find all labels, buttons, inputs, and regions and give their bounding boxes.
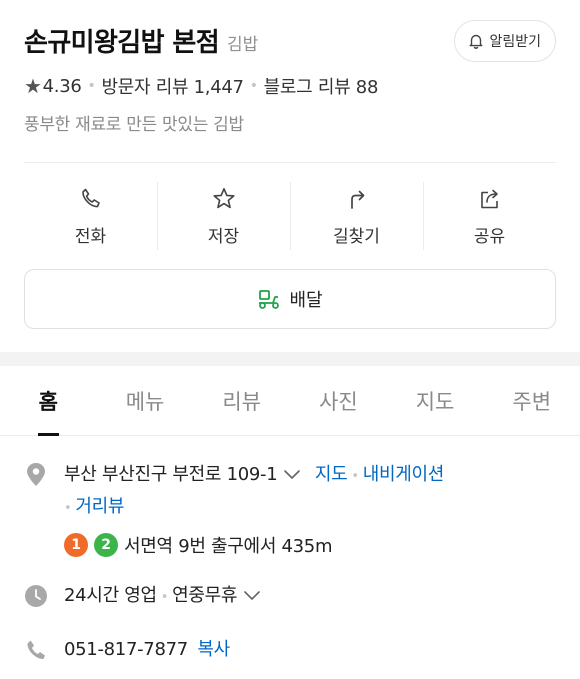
tab-photos[interactable]: 사진 xyxy=(290,366,387,435)
tab-menu[interactable]: 메뉴 xyxy=(97,366,194,435)
tab-nearby[interactable]: 주변 xyxy=(483,366,580,435)
chevron-down-icon[interactable] xyxy=(243,590,261,602)
save-button[interactable]: 저장 xyxy=(157,176,290,256)
call-label: 전화 xyxy=(74,226,107,247)
tab-map[interactable]: 지도 xyxy=(387,366,484,435)
share-button[interactable]: 공유 xyxy=(423,176,556,256)
hours-section: 24시간 영업 • 연중무휴 xyxy=(24,581,564,613)
place-header: 손규미왕김밥 본점 김밥 알림받기 xyxy=(24,18,556,62)
directions-label: 길찾기 xyxy=(333,226,380,247)
separator-dot: • xyxy=(351,469,359,484)
phone-section: 051-817-7877 복사 xyxy=(24,635,564,665)
section-divider xyxy=(0,352,580,366)
action-bar: 전화 저장 길찾기 공유 xyxy=(24,176,556,256)
star-icon xyxy=(212,187,235,208)
divider xyxy=(24,162,556,163)
rating-row: ★ 4.36 • 방문자 리뷰 1,447 • 블로그 리뷰 88 xyxy=(24,71,378,101)
blog-reviews-link[interactable]: 블로그 리뷰 88 xyxy=(264,73,379,99)
hours-text: 24시간 영업 xyxy=(64,585,157,606)
alarm-button[interactable]: 알림받기 xyxy=(454,20,556,62)
map-link[interactable]: 지도 xyxy=(315,464,348,485)
tab-bar: 홈 메뉴 리뷰 사진 지도 주변 xyxy=(0,366,580,436)
place-category: 김밥 xyxy=(227,34,259,55)
separator-dot: • xyxy=(87,78,96,94)
separator-dot: • xyxy=(64,501,72,516)
clock-icon xyxy=(25,585,47,607)
directions-icon xyxy=(350,190,364,209)
copy-phone-link[interactable]: 복사 xyxy=(197,639,230,660)
save-label: 저장 xyxy=(207,226,240,247)
subway-info: 1 2 서면역 9번 출구에서 435m xyxy=(64,530,564,560)
delivery-label: 배달 xyxy=(289,290,323,311)
phone-icon xyxy=(81,188,100,207)
address-section: 부산 부산진구 부전로 109-1 지도 • 내비게이션 • 거리뷰 1 2 서면역 … xyxy=(24,460,564,560)
rating-value: 4.36 xyxy=(42,75,82,97)
share-label: 공유 xyxy=(473,226,506,247)
tab-home[interactable]: 홈 xyxy=(0,366,97,436)
location-pin-icon xyxy=(27,463,45,486)
holiday-text: 연중무휴 xyxy=(172,585,238,606)
subway-distance-text: 서면역 9번 출구에서 435m xyxy=(124,536,333,557)
chevron-down-icon[interactable] xyxy=(283,469,301,481)
subway-line-badge: 2 xyxy=(94,533,118,557)
phone-icon xyxy=(27,640,45,660)
delivery-button[interactable]: 배달 xyxy=(24,269,556,329)
visitor-reviews-link[interactable]: 방문자 리뷰 1,447 xyxy=(102,73,244,99)
bell-icon xyxy=(469,34,483,49)
address-text: 부산 부산진구 부전로 109-1 xyxy=(64,464,278,485)
place-description: 풍부한 재료로 만든 맛있는 김밥 xyxy=(24,115,244,135)
call-button[interactable]: 전화 xyxy=(24,176,157,256)
separator-dot: • xyxy=(249,78,258,94)
place-title: 손규미왕김밥 본점 xyxy=(24,27,220,58)
subway-line-badge: 1 xyxy=(64,533,88,557)
directions-button[interactable]: 길찾기 xyxy=(290,176,423,256)
phone-number[interactable]: 051-817-7877 xyxy=(64,639,188,660)
separator-dot: • xyxy=(160,590,169,605)
streetview-link[interactable]: 거리뷰 xyxy=(75,496,124,517)
tab-reviews[interactable]: 리뷰 xyxy=(193,366,290,435)
share-icon xyxy=(480,189,498,208)
navigation-link[interactable]: 내비게이션 xyxy=(363,464,445,485)
rating-star-icon: ★ xyxy=(24,74,42,98)
delivery-scooter-icon xyxy=(259,290,280,309)
alarm-label: 알림받기 xyxy=(489,34,541,50)
